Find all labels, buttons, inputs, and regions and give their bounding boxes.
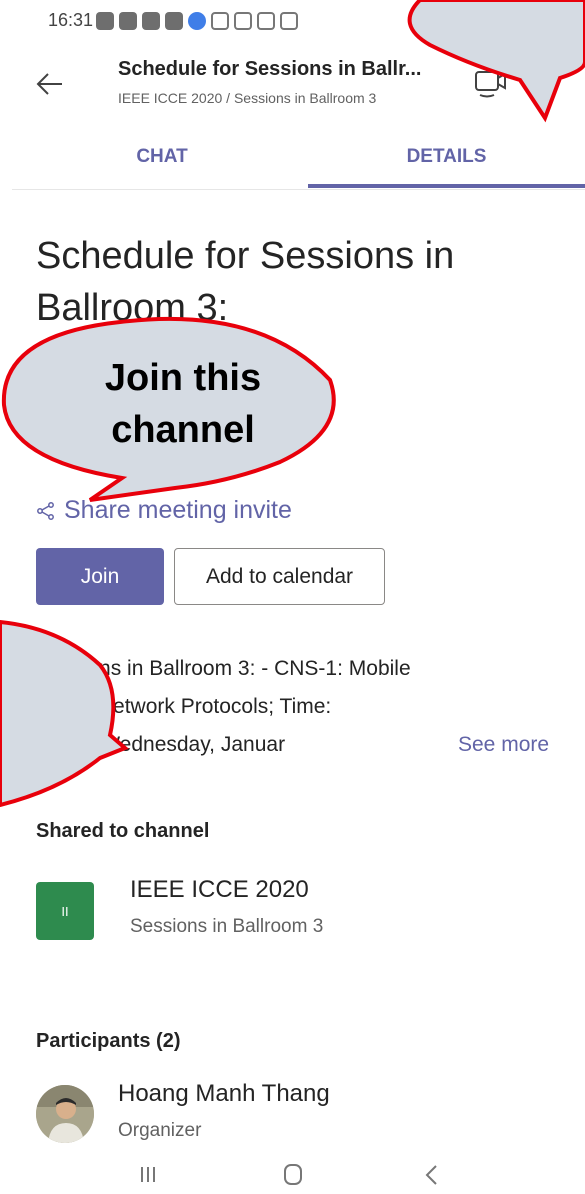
- person-photo-icon: [36, 1085, 94, 1143]
- zalo-icon: [96, 12, 114, 30]
- share-icon: [37, 501, 54, 520]
- avatar[interactable]: [36, 1085, 94, 1143]
- video-call-icon[interactable]: [470, 62, 510, 102]
- back-arrow-icon[interactable]: [32, 66, 68, 102]
- tab-details[interactable]: DETAILS: [308, 124, 585, 190]
- join-button[interactable]: Join: [36, 548, 164, 605]
- callout-text: Join this channel: [58, 352, 308, 456]
- nav-back-icon[interactable]: [412, 1160, 452, 1190]
- participants-heading: Participants (2): [36, 1030, 181, 1052]
- add-to-calendar-button[interactable]: Add to calendar: [174, 548, 385, 605]
- gmail-icon: [257, 12, 275, 30]
- status-time: 16:31: [48, 10, 94, 30]
- callout-text-line: Join this: [104, 357, 262, 399]
- recent-apps-icon[interactable]: [128, 1160, 168, 1190]
- tab-bar: CHAT DETAILS: [12, 124, 585, 190]
- description-line: reless Network Protocols; Time:: [36, 695, 332, 718]
- app-icon: [234, 12, 252, 30]
- active-tab-indicator: [308, 184, 585, 188]
- channel-team-name[interactable]: IEEE ICCE 2020: [130, 876, 309, 904]
- vn-news-icon: [142, 12, 160, 30]
- app-icon: [211, 12, 229, 30]
- meeting-title: Schedule for Sessions in Ballroom 3:: [36, 235, 455, 329]
- vn-news-icon: [165, 12, 183, 30]
- see-more-link[interactable]: See more: [452, 726, 550, 764]
- system-navigation-bar: [0, 1158, 585, 1194]
- participant-name[interactable]: Hoang Manh Thang: [118, 1080, 330, 1108]
- description-line: Sessions in Ballroom 3: - CNS-1: Mobile: [36, 657, 411, 680]
- callout-text-line: channel: [111, 409, 255, 451]
- tab-chat[interactable]: CHAT: [12, 124, 312, 190]
- vn-news-icon: [119, 12, 137, 30]
- share-invite-label: Share meeting invite: [64, 496, 292, 524]
- header-subtitle: IEEE ICCE 2020 / Sessions in Ballroom 3: [118, 90, 377, 106]
- status-bar: 16:31: [0, 0, 585, 48]
- header-title: Schedule for Sessions in Ballr...: [118, 58, 422, 80]
- messenger-icon: [188, 12, 206, 30]
- channel-name: Sessions in Ballroom 3: [130, 916, 324, 937]
- gallery-icon: [280, 12, 298, 30]
- app-header: Schedule for Sessions in Ballr... IEEE I…: [0, 48, 585, 120]
- participant-role: Organizer: [118, 1120, 202, 1141]
- team-tile-icon[interactable]: II: [36, 882, 94, 940]
- shared-to-channel-heading: Shared to channel: [36, 820, 210, 842]
- share-meeting-invite-link[interactable]: Share meeting invite: [36, 496, 292, 525]
- notification-icons: [96, 12, 298, 30]
- home-icon[interactable]: [273, 1160, 313, 1190]
